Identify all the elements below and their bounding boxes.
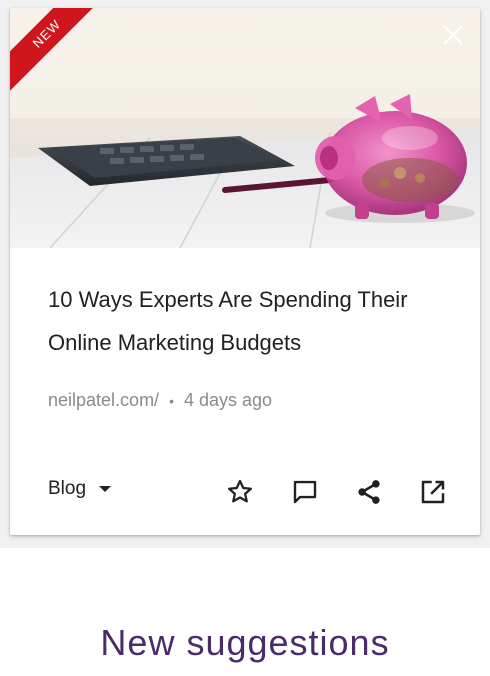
chevron-down-icon [98, 485, 112, 493]
star-outline-icon [228, 479, 252, 503]
comment-button[interactable] [287, 474, 323, 510]
article-thumbnail[interactable]: NEW [10, 8, 480, 248]
piggy-bank-image [10, 8, 480, 248]
open-in-new-button[interactable] [415, 474, 451, 510]
comment-icon [293, 480, 317, 504]
close-icon [443, 25, 463, 45]
open-in-new-icon [421, 480, 445, 504]
article-title[interactable]: 10 Ways Experts Are Spending Their Onlin… [48, 278, 448, 364]
category-dropdown[interactable]: Blog [48, 478, 112, 500]
article-age: 4 days ago [183, 390, 273, 410]
page: NEW 10 Ways Experts Are Spending Their O… [0, 0, 490, 676]
category-label: Blog [48, 478, 87, 499]
meta-separator: • [169, 392, 174, 409]
share-button[interactable] [351, 474, 387, 510]
dismiss-button[interactable] [436, 18, 470, 52]
article-meta: neilpatel.com/ • 4 days ago [48, 390, 272, 411]
source-link[interactable]: neilpatel.com/ [48, 390, 159, 411]
card-actions: Blog [10, 470, 480, 514]
share-icon [358, 480, 380, 504]
section-heading: New suggestions [100, 622, 390, 663]
suggestion-card[interactable]: NEW 10 Ways Experts Are Spending Their O… [10, 8, 480, 535]
star-button[interactable] [222, 474, 258, 510]
